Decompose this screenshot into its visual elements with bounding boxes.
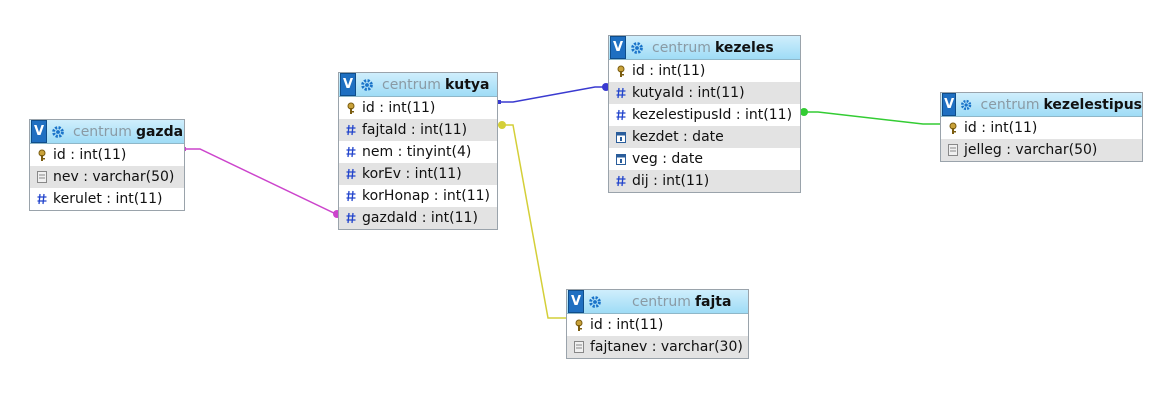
table-header[interactable]: V centrum fajta — [567, 290, 748, 314]
column-label: dij : int(11) — [632, 173, 710, 189]
table-name: fajta — [694, 293, 732, 310]
table-name: kezelestipus — [1043, 96, 1142, 113]
key-icon — [615, 64, 627, 78]
calendar-icon — [615, 130, 627, 144]
column-label: kezelestipusId : int(11) — [632, 107, 793, 123]
gear-icon[interactable] — [960, 98, 972, 112]
column-row[interactable]: id : int(11) — [339, 97, 497, 119]
column-label: kezdet : date — [632, 129, 724, 145]
column-row[interactable]: fajtaId : int(11) — [339, 119, 497, 141]
column-label: fajtaId : int(11) — [362, 122, 468, 138]
hash-icon — [615, 174, 627, 188]
column-row[interactable]: id : int(11) — [609, 60, 800, 82]
relation-kezelestipus-kezeles-end — [800, 108, 808, 116]
hash-icon — [345, 189, 357, 203]
hash-icon — [615, 86, 627, 100]
key-icon — [36, 148, 48, 162]
table-name: gazda — [135, 123, 184, 140]
table-name: kutya — [444, 76, 490, 93]
column-label: kutyaId : int(11) — [632, 85, 745, 101]
gear-icon[interactable] — [588, 295, 602, 309]
hash-icon — [345, 211, 357, 225]
relation-kezelestipus-kezeles — [801, 111, 940, 125]
column-label: kerulet : int(11) — [53, 191, 163, 207]
column-label: id : int(11) — [53, 147, 127, 163]
table-name: kezeles — [714, 39, 774, 56]
text-field-icon — [947, 143, 959, 157]
hash-icon — [615, 108, 627, 122]
database-name: centrum — [980, 96, 1040, 113]
relation-kutya-kezeles — [497, 86, 608, 103]
column-label: fajtanev : varchar(30) — [590, 339, 743, 355]
hash-icon — [345, 167, 357, 181]
toggle-button[interactable]: V — [942, 93, 957, 116]
column-row[interactable]: kezdet : date — [609, 126, 800, 148]
column-row[interactable]: id : int(11) — [567, 314, 748, 336]
column-row[interactable]: veg : date — [609, 148, 800, 170]
gear-icon[interactable] — [630, 41, 644, 55]
key-icon — [947, 121, 959, 135]
column-label: veg : date — [632, 151, 703, 167]
column-row[interactable]: gazdaId : int(11) — [339, 207, 497, 229]
table-header[interactable]: V centrum gazda — [30, 120, 184, 144]
column-row[interactable]: kerulet : int(11) — [30, 188, 184, 210]
gear-icon[interactable] — [51, 125, 65, 139]
table-kutya[interactable]: V centrum kutya id : int(11) fajtaId : i… — [338, 72, 498, 230]
column-label: nem : tinyint(4) — [362, 144, 472, 160]
table-kezeles[interactable]: V centrum kezeles id : int(11) kutyaId :… — [608, 35, 801, 193]
gear-icon[interactable] — [360, 78, 374, 92]
column-row[interactable]: korEv : int(11) — [339, 163, 497, 185]
column-label: jelleg : varchar(50) — [964, 142, 1098, 158]
relation-fajta-kutya-end — [498, 121, 506, 129]
column-label: id : int(11) — [590, 317, 664, 333]
column-row[interactable]: jelleg : varchar(50) — [941, 139, 1142, 161]
relation-gazda-kutya — [186, 148, 338, 215]
toggle-button[interactable]: V — [31, 120, 47, 143]
table-header[interactable]: V centrum kezeles — [609, 36, 800, 60]
column-row[interactable]: id : int(11) — [941, 117, 1142, 139]
column-row[interactable]: id : int(11) — [30, 144, 184, 166]
column-row[interactable]: nev : varchar(50) — [30, 166, 184, 188]
table-header[interactable]: V centrum kutya — [339, 73, 497, 97]
text-field-icon — [573, 340, 585, 354]
hash-icon — [345, 145, 357, 159]
hash-icon — [345, 123, 357, 137]
column-label: gazdaId : int(11) — [362, 210, 478, 226]
column-label: nev : varchar(50) — [53, 169, 175, 185]
table-kezelestipus[interactable]: V centrum kezelestipus id : int(11) jell… — [940, 92, 1143, 162]
toggle-button[interactable]: V — [340, 73, 356, 96]
column-row[interactable]: kezelestipusId : int(11) — [609, 104, 800, 126]
column-label: id : int(11) — [362, 100, 436, 116]
column-label: korEv : int(11) — [362, 166, 462, 182]
table-header[interactable]: V centrum kezelestipus — [941, 93, 1142, 117]
key-icon — [573, 318, 585, 332]
toggle-button[interactable]: V — [568, 290, 584, 313]
column-row[interactable]: nem : tinyint(4) — [339, 141, 497, 163]
calendar-icon — [615, 152, 627, 166]
table-fajta[interactable]: V centrum fajta id : int(11) fajtanev : … — [566, 289, 749, 359]
toggle-button[interactable]: V — [610, 36, 626, 59]
relation-fajta-kutya — [498, 124, 566, 319]
key-icon — [345, 101, 357, 115]
database-name: centrum — [382, 76, 441, 93]
column-row[interactable]: korHonap : int(11) — [339, 185, 497, 207]
database-name: centrum — [73, 123, 132, 140]
text-field-icon — [36, 170, 48, 184]
column-label: id : int(11) — [632, 63, 706, 79]
column-row[interactable]: fajtanev : varchar(30) — [567, 336, 748, 358]
column-label: korHonap : int(11) — [362, 188, 490, 204]
column-label: id : int(11) — [964, 120, 1038, 136]
database-name: centrum — [632, 293, 691, 310]
hash-icon — [36, 192, 48, 206]
column-row[interactable]: dij : int(11) — [609, 170, 800, 192]
column-row[interactable]: kutyaId : int(11) — [609, 82, 800, 104]
database-name: centrum — [652, 39, 711, 56]
table-gazda[interactable]: V centrum gazda id : int(11) nev : varch… — [29, 119, 185, 211]
